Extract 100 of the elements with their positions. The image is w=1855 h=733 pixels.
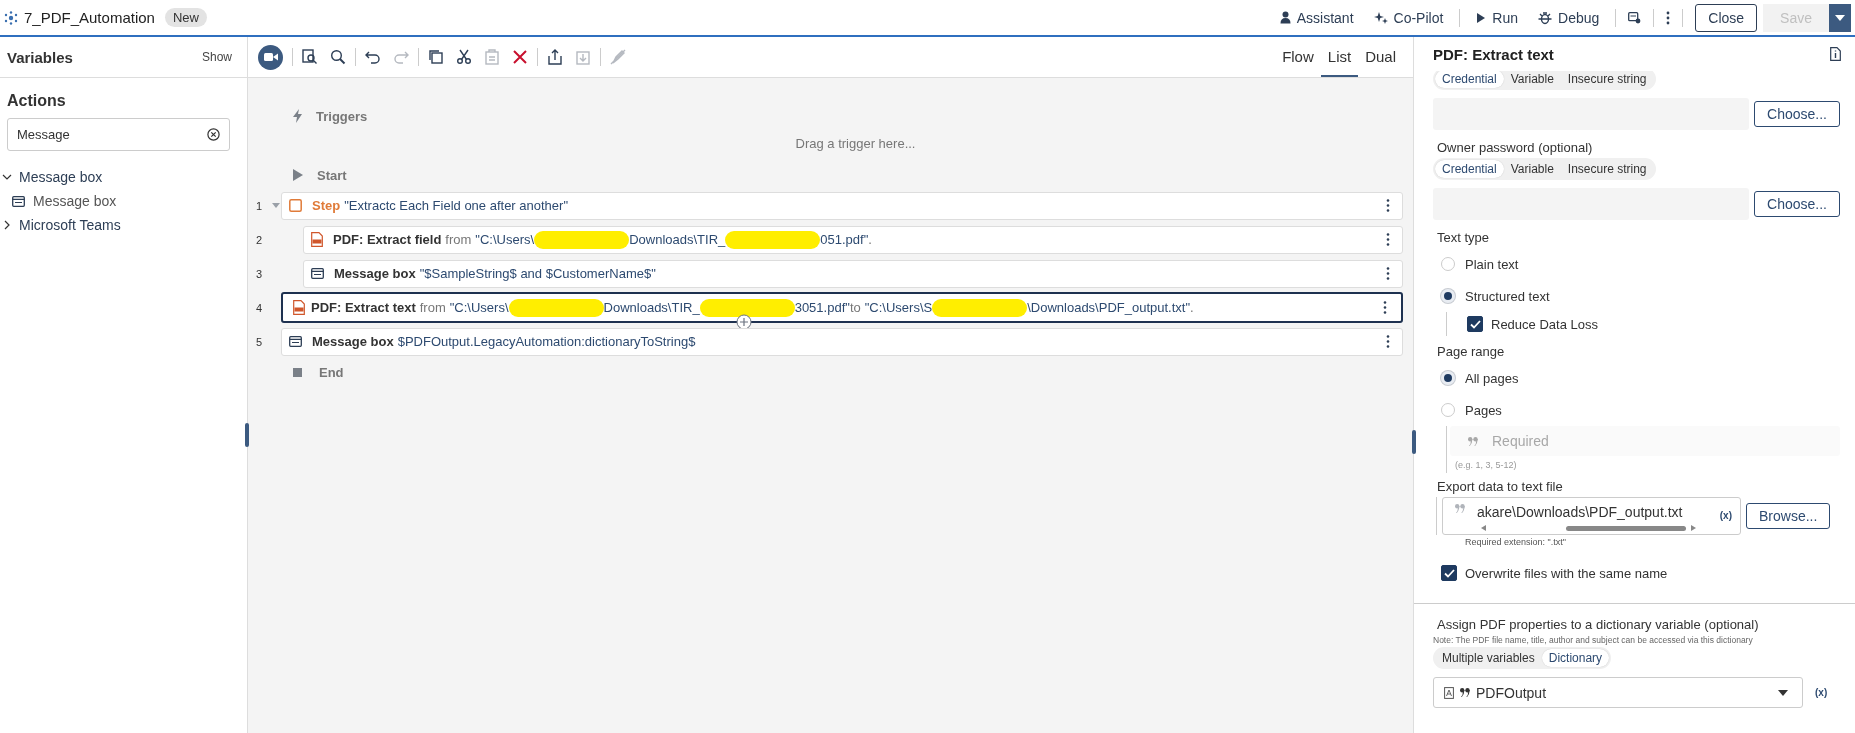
option-label: Overwrite files with the same name [1465,565,1668,581]
option-label: Pages [1465,402,1502,418]
view-tab[interactable]: Dual [1358,37,1403,77]
choose-button[interactable]: Choose... [1754,191,1840,217]
action-item[interactable]: Message box [0,189,247,213]
resize-handle[interactable] [245,423,249,447]
scroll-right-icon[interactable] [1691,525,1696,531]
text-variable-icon [1444,686,1454,699]
scrollbar-thumb[interactable] [1566,525,1686,531]
action-row[interactable]: Step "Extractc Each Field one after another" [281,191,1403,220]
undo-icon[interactable] [365,49,381,65]
quote-icon [1460,688,1470,697]
quote-icon [1468,436,1478,446]
flow-title: 7_PDF_Automation [24,9,155,26]
choose-button[interactable]: Choose... [1754,101,1840,127]
browse-button[interactable]: Browse... [1746,503,1831,529]
save-dropdown-button[interactable] [1829,3,1851,32]
action-row[interactable]: PDF: Extract text from "C:\Users\ Downloads\TIR_ 3051.pdf"to "C:\Users\S \Downloads\PDF_output.txt". [281,292,1403,323]
action-group[interactable]: Microsoft Teams [0,213,247,237]
variable-dropdown[interactable]: PDFOutput [1433,677,1803,708]
action-row[interactable]: Message box "$SampleString$ and $CustomerName$" [303,259,1403,288]
export-icon[interactable] [547,49,563,65]
find-in-page-icon[interactable] [302,49,318,65]
clear-icon[interactable] [207,128,220,141]
person-icon [1279,11,1291,24]
mode-tab[interactable]: Credential [1435,71,1504,88]
resize-handle[interactable] [1412,430,1416,454]
field-label: Page range [1437,344,1506,359]
copy-icon[interactable] [428,49,444,65]
delete-icon[interactable] [512,49,528,65]
checkbox-option[interactable]: Reduce Data Loss [1467,312,1840,336]
chevron-icon [2,172,12,182]
more-options-icon[interactable] [1386,199,1390,212]
cut-icon[interactable] [456,49,472,65]
mode-tab[interactable]: Insecure string [1560,71,1654,88]
mode-tab[interactable]: Insecure string [1560,160,1654,178]
checkbox-option[interactable]: Overwrite files with the same name [1441,561,1840,585]
close-button[interactable]: Close [1695,3,1758,32]
placeholder-text: Required [1492,433,1549,449]
radio-button[interactable] [1441,257,1455,271]
trigger-drop-hint: Drag a trigger here... [794,136,917,151]
more-options-icon[interactable] [1386,233,1390,246]
more-options-icon[interactable] [1386,267,1390,280]
field-label: Owner password (optional) [1437,140,1594,155]
checkbox[interactable] [1441,565,1457,581]
radio-option[interactable]: All pages [1441,362,1840,394]
horizontal-scrollbar[interactable] [1481,525,1696,531]
record-button[interactable] [258,44,283,70]
radio-button[interactable] [1441,403,1455,417]
status-badge: New [164,8,207,27]
option-label: Reduce Data Loss [1491,316,1598,332]
view-tab[interactable]: Flow [1275,37,1321,77]
line-number: 3 [254,267,262,280]
caret-icon [1835,14,1845,21]
more-options-icon[interactable] [1383,301,1387,314]
show-variables-link[interactable]: Show [201,50,232,64]
mode-tab[interactable]: Dictionary [1541,649,1610,667]
new-variable-button[interactable]: (x) [1815,687,1828,698]
radio-option[interactable]: Plain text [1441,248,1840,280]
info-document-icon[interactable] [1830,47,1841,61]
action-label: Assistant [1296,9,1354,26]
search-field[interactable]: Message [7,118,230,151]
search-icon[interactable] [330,49,346,65]
mode-tab[interactable]: Variable [1503,71,1561,88]
debug-button[interactable]: Debug [1534,9,1604,26]
radio-option[interactable]: Structured text [1441,280,1840,312]
settings-list-icon[interactable] [1628,11,1642,24]
action-group[interactable]: Message box [0,165,247,189]
message-box-icon [289,336,302,347]
mode-tab[interactable]: Multiple variables [1435,649,1542,667]
scroll-left-icon[interactable] [1481,525,1486,531]
field-label: Text type [1437,230,1491,245]
app-logo-icon [4,10,18,25]
action-row[interactable]: PDF: Extract field from "C:\Users\ Downloads\TIR_ 051.pdf". [303,225,1403,254]
run-button[interactable]: Run [1472,9,1522,26]
more-options-icon[interactable] [1386,335,1390,348]
checkbox[interactable] [1467,316,1483,332]
copilot-button[interactable]: Co-Pilot [1369,9,1448,26]
mode-tab[interactable]: Variable [1503,160,1561,178]
more-options-icon[interactable] [1666,10,1671,25]
option-label: Structured text [1465,288,1550,304]
action-description: Step "Extractc Each Field one after another" [312,198,569,213]
stop-icon [293,367,302,377]
assistant-button[interactable]: Assistant [1275,9,1358,26]
lightning-icon [293,109,302,123]
file-path-field[interactable]: akare\Downloads\PDF_output.txt (x) [1442,497,1741,535]
selected-value: PDFOutput [1476,684,1548,701]
insert-variable-button[interactable]: (x) [1719,510,1732,521]
action-label: Run [1492,9,1518,26]
radio-option[interactable]: Pages [1441,394,1840,426]
field-value: akare\Downloads\PDF_output.txt [1477,504,1683,520]
pdf-file-icon [311,232,323,247]
camera-icon [263,52,278,62]
mode-tab[interactable]: Credential [1435,160,1504,178]
group-label: Message box [19,169,103,185]
action-row[interactable]: Message box $PDFOutput.LegacyAutomation:dictionaryToString$ [281,327,1403,356]
pdf-file-icon [293,300,305,315]
line-number: 4 [254,301,262,314]
field-note: Note: The PDF file name, title, author and subject can be accessed via this dictionary [1433,635,1754,645]
play-icon [293,169,303,181]
